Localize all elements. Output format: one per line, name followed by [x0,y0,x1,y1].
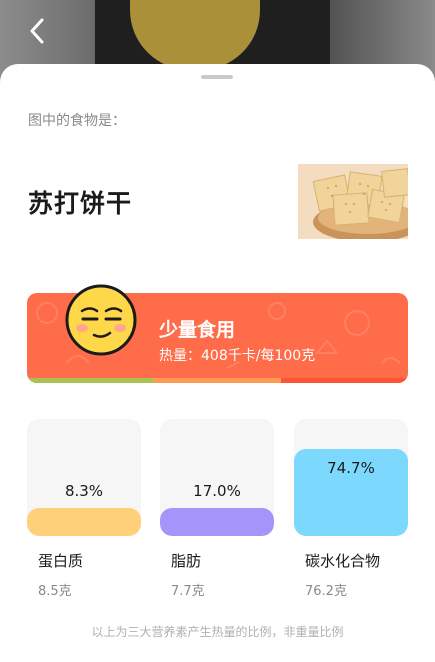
level-bar-medium [154,378,281,383]
protein-amount: 8.5克 [38,584,72,599]
chevron-left-icon [30,18,44,44]
food-thumbnail [298,164,408,239]
result-prompt: 图中的食物是： [28,113,126,129]
footnote: 以上为三大营养素产生热量的比例，非重量比例 [91,625,344,639]
protein-card: 8.3% [27,419,141,536]
carbs-label: 碳水化合物 [305,552,381,570]
protein-percent: 8.3% [64,482,104,500]
smirk-face-icon [65,284,137,356]
fat-label: 脂肪 [171,552,202,570]
fat-card: 17.0% [160,419,274,536]
carbs-percent: 74.7% [327,459,375,477]
protein-fill [27,508,141,536]
food-name: 苏打饼干 [28,189,133,218]
fat-percent: 17.0% [193,482,241,500]
fat-amount: 7.7克 [171,584,205,599]
level-bar-high [281,378,408,383]
sheet-drag-handle[interactable] [201,75,233,79]
fat-fill [160,508,274,536]
back-button[interactable] [22,16,52,46]
recommendation-title: 少量食用 [159,319,236,341]
package-graphic [130,0,260,70]
level-bar-low [27,378,154,383]
protein-label: 蛋白质 [38,552,84,570]
calorie-info: 热量：408千卡/每100克 [159,348,316,364]
carbs-card: 74.7% [294,419,408,536]
carbs-amount: 76.2克 [305,584,347,599]
